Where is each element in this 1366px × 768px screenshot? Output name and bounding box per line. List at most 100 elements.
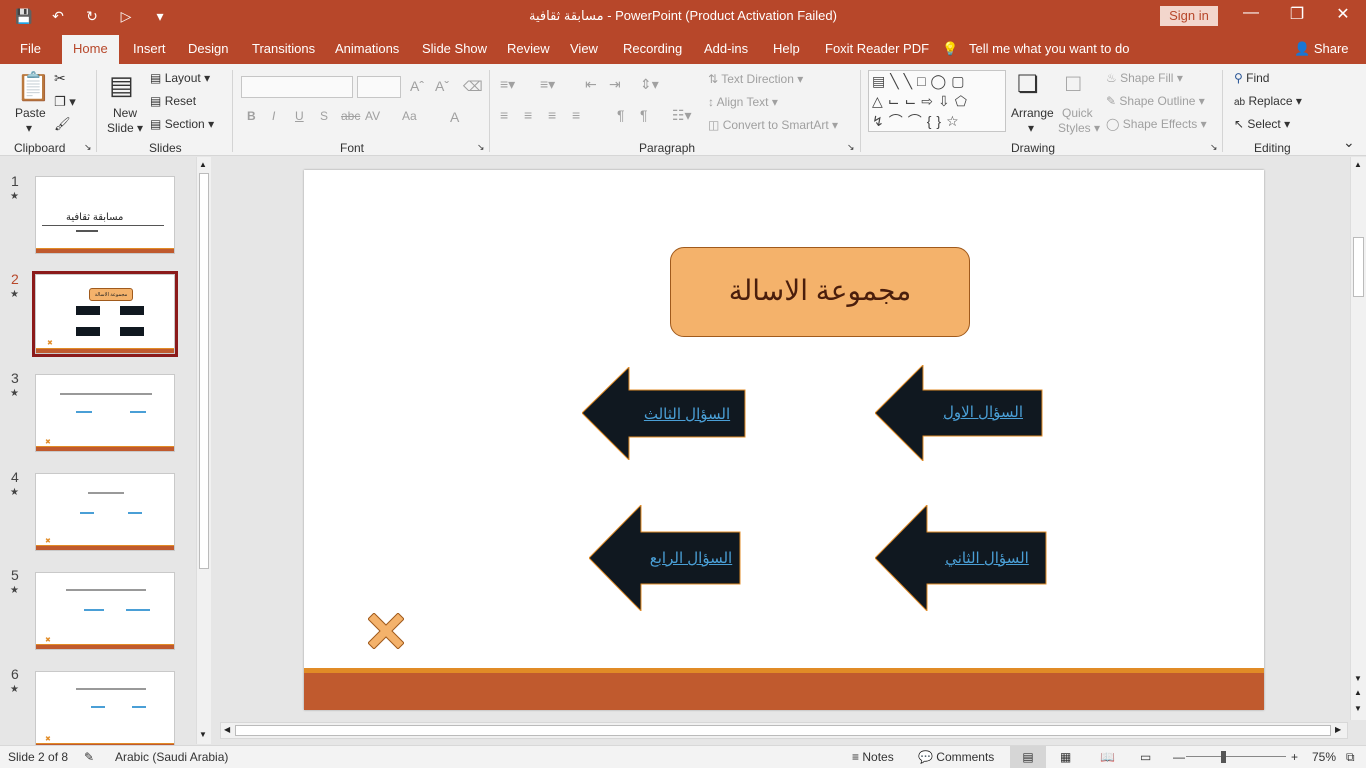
comments-button[interactable]: 💬 Comments — [918, 750, 994, 764]
increase-font-icon[interactable]: Aˆ — [410, 78, 424, 94]
arrange-button[interactable]: Arrange — [1011, 106, 1054, 120]
strikethrough-icon[interactable]: abc — [341, 109, 360, 123]
spelling-icon[interactable]: ✎ — [84, 750, 94, 764]
scroll-down-icon[interactable]: ▼ — [199, 730, 207, 739]
find-button[interactable]: ⚲ Find — [1234, 71, 1269, 85]
tab-view[interactable]: View — [570, 41, 598, 56]
tab-help[interactable]: Help — [773, 41, 800, 56]
line-spacing-icon[interactable]: ⇕▾ — [640, 76, 659, 93]
font-color-icon[interactable]: A — [450, 109, 459, 125]
tab-home[interactable]: Home — [62, 35, 119, 64]
question-3-link[interactable]: السؤال الثالث — [627, 405, 747, 423]
align-right-icon[interactable]: ≡ — [548, 107, 556, 123]
text-direction-button[interactable]: ⇅ Text Direction ▾ — [708, 72, 803, 86]
new-slide-button-line2[interactable]: Slide ▾ — [107, 121, 143, 135]
tab-animations[interactable]: Animations — [335, 41, 399, 56]
change-case-icon[interactable]: Aa — [402, 109, 417, 123]
question-4-link[interactable]: السؤال الرابع — [631, 549, 751, 567]
slide-thumbnail-2[interactable]: مجموعة الاسالة ✖ — [32, 271, 178, 357]
decrease-indent-icon[interactable]: ⇤ — [585, 76, 597, 93]
new-slide-icon[interactable]: ▤ — [109, 70, 134, 101]
zoom-out-icon[interactable]: — — [1173, 750, 1185, 764]
question-1-link[interactable]: السؤال الاول — [923, 403, 1043, 421]
align-center-icon[interactable]: ≡ — [524, 107, 532, 123]
previous-slide-icon[interactable]: ▲ — [1354, 688, 1362, 697]
share-button[interactable]: 👤 Share — [1294, 41, 1349, 57]
sign-in-button[interactable]: Sign in — [1160, 6, 1218, 26]
question-1-arrow[interactable]: السؤال الاول — [875, 365, 1043, 461]
underline-icon[interactable]: U — [295, 109, 304, 123]
current-slide[interactable]: مجموعة الاسالة السؤال الاول السؤال الثال… — [304, 170, 1264, 710]
shadow-icon[interactable]: S — [320, 109, 328, 123]
shape-fill-button[interactable]: ♨ Shape Fill ▾ — [1106, 71, 1183, 85]
cut-icon[interactable]: ✂ — [54, 70, 66, 87]
tab-design[interactable]: Design — [188, 41, 228, 56]
slide-thumbnail-3[interactable]: ✖ — [35, 374, 175, 452]
bold-icon[interactable]: B — [247, 109, 256, 123]
clear-formatting-icon[interactable]: ⌫ — [463, 78, 483, 95]
decrease-font-icon[interactable]: Aˇ — [435, 78, 449, 94]
tab-slide-show[interactable]: Slide Show — [422, 41, 487, 56]
close-x-shape[interactable] — [367, 612, 405, 650]
layout-button[interactable]: ▤ Layout ▾ — [150, 71, 210, 85]
reading-view-icon[interactable]: 📖 — [1100, 750, 1115, 764]
replace-button[interactable]: ab Replace ▾ — [1234, 94, 1302, 108]
slide-horizontal-scrollbar[interactable]: ◀ ▶ — [220, 722, 1348, 739]
tab-insert[interactable]: Insert — [133, 41, 166, 56]
question-2-link[interactable]: السؤال الثاني — [927, 549, 1047, 567]
tab-recording[interactable]: Recording — [623, 41, 682, 56]
new-slide-button[interactable]: New — [113, 106, 137, 120]
format-painter-icon[interactable]: 🖌 — [54, 116, 71, 132]
zoom-slider[interactable] — [1186, 756, 1286, 757]
font-size-combo[interactable] — [357, 76, 401, 98]
minimize-icon[interactable]: — — [1236, 4, 1266, 22]
arrange-icon[interactable]: ❏ — [1017, 70, 1039, 99]
tab-transitions[interactable]: Transitions — [252, 41, 315, 56]
select-button[interactable]: ↖ Select ▾ — [1234, 117, 1290, 131]
columns-icon[interactable]: ☷▾ — [672, 107, 692, 124]
reset-button[interactable]: ▤ Reset — [150, 94, 196, 108]
numbering-icon[interactable]: ≡▾ — [540, 76, 555, 93]
scroll-right-icon[interactable]: ▶ — [1335, 725, 1341, 734]
horizontal-scroll-thumb[interactable] — [235, 725, 1331, 736]
slide-thumbnail-4[interactable]: ✖ — [35, 473, 175, 551]
zoom-slider-thumb[interactable] — [1221, 751, 1226, 763]
quick-styles-button-line2[interactable]: Styles ▾ — [1058, 121, 1100, 135]
bullets-icon[interactable]: ≡▾ — [500, 76, 515, 93]
question-4-arrow[interactable]: السؤال الرابع — [589, 505, 741, 611]
slide-scroll-thumb[interactable] — [1353, 237, 1364, 297]
paragraph-launcher-icon[interactable]: ↘ — [847, 142, 855, 153]
question-2-arrow[interactable]: السؤال الثاني — [875, 505, 1047, 611]
quick-styles-icon[interactable]: □ — [1066, 70, 1081, 98]
section-button[interactable]: ▤ Section ▾ — [150, 117, 214, 131]
collapse-ribbon-icon[interactable]: ⌄ — [1343, 134, 1355, 151]
shape-outline-button[interactable]: ✎ Shape Outline ▾ — [1106, 94, 1205, 108]
align-left-icon[interactable]: ≡ — [500, 107, 508, 123]
char-spacing-icon[interactable]: AV — [365, 109, 380, 123]
copy-icon[interactable]: ❐ ▾ — [54, 94, 76, 110]
tab-foxit[interactable]: Foxit Reader PDF — [825, 41, 929, 56]
slide-thumbnail-5[interactable]: ✖ — [35, 572, 175, 650]
rtl-icon[interactable]: ¶ — [640, 107, 648, 123]
font-name-combo[interactable] — [241, 76, 353, 98]
fit-slide-icon[interactable]: ⧉ — [1346, 750, 1355, 765]
scroll-left-icon[interactable]: ◀ — [224, 725, 230, 734]
scroll-up-icon[interactable]: ▲ — [199, 160, 207, 169]
scroll-down-icon[interactable]: ▼ — [1354, 674, 1362, 683]
paste-icon[interactable]: 📋 — [16, 70, 51, 103]
slideshow-view-icon[interactable]: ▭ — [1140, 750, 1151, 764]
tell-me-search[interactable]: Tell me what you want to do — [969, 41, 1129, 56]
tab-file[interactable]: File — [20, 41, 41, 56]
slide-thumbnail-1[interactable]: مسابقة ثقافية — [35, 176, 175, 254]
smartart-button[interactable]: ◫ Convert to SmartArt ▾ — [708, 118, 838, 132]
normal-view-icon[interactable]: ▤ — [1010, 746, 1046, 768]
font-launcher-icon[interactable]: ↘ — [477, 142, 485, 153]
question-3-arrow[interactable]: السؤال الثالث — [582, 367, 746, 460]
ltr-icon[interactable]: ¶ — [617, 107, 625, 123]
tab-review[interactable]: Review — [507, 41, 550, 56]
shapes-gallery[interactable]: ▤╲╲□◯▢ △⌙⌙⇨⇩⬠ ↯⌒⌒{}☆ — [868, 70, 1006, 132]
paste-dropdown-icon[interactable]: ▾ — [26, 121, 32, 135]
align-text-button[interactable]: ↕ Align Text ▾ — [708, 95, 778, 109]
close-icon[interactable]: ✕ — [1328, 4, 1358, 24]
language-indicator[interactable]: Arabic (Saudi Arabia) — [115, 750, 228, 764]
